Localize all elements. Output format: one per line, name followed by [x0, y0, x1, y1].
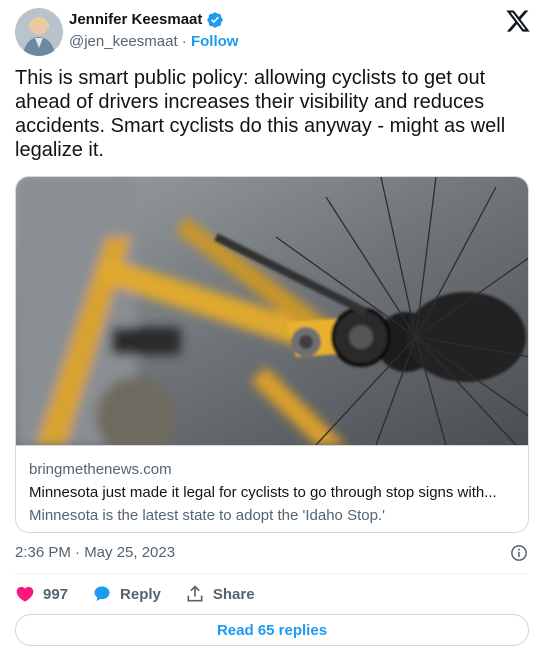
- tweet-text: This is smart public policy: allowing cy…: [15, 67, 506, 161]
- like-count: 997: [43, 585, 69, 603]
- x-logo-icon[interactable]: [505, 8, 531, 34]
- card-title[interactable]: Minnesota just made it legal for cyclist…: [29, 483, 519, 503]
- share-button[interactable]: Share: [185, 584, 255, 604]
- author-handle-row: @jen_keesmaat · Follow: [69, 32, 238, 52]
- follow-button[interactable]: Follow: [191, 33, 239, 50]
- read-replies-button[interactable]: Read 65 replies: [15, 614, 529, 646]
- card-domain[interactable]: bringmethenews.com: [29, 460, 172, 480]
- card-divider: [16, 445, 528, 446]
- author-name-row[interactable]: Jennifer Keesmaat: [69, 10, 224, 30]
- card-image: [16, 177, 528, 445]
- heart-icon: [16, 586, 34, 602]
- reply-bubble-icon: [94, 586, 110, 602]
- link-preview-card[interactable]: bringmethenews.com Minnesota just made i…: [15, 176, 529, 533]
- card-description: Minnesota is the latest state to adopt t…: [29, 507, 385, 524]
- share-icon: [187, 585, 203, 602]
- divider: [15, 573, 527, 574]
- verified-badge-icon: [206, 11, 224, 29]
- timestamp[interactable]: 2:36 PM · May 25, 2023: [15, 543, 175, 563]
- like-button[interactable]: 997: [15, 584, 68, 604]
- info-icon[interactable]: [510, 544, 528, 562]
- reply-label: Reply: [120, 585, 161, 603]
- author-handle[interactable]: @jen_keesmaat: [69, 33, 178, 50]
- handle-separator: ·: [181, 33, 187, 50]
- author-name[interactable]: Jennifer Keesmaat: [69, 10, 202, 30]
- avatar[interactable]: [15, 8, 63, 56]
- reply-button[interactable]: Reply: [92, 584, 161, 604]
- share-label: Share: [212, 585, 255, 603]
- action-bar: 997 Reply Share: [15, 584, 279, 604]
